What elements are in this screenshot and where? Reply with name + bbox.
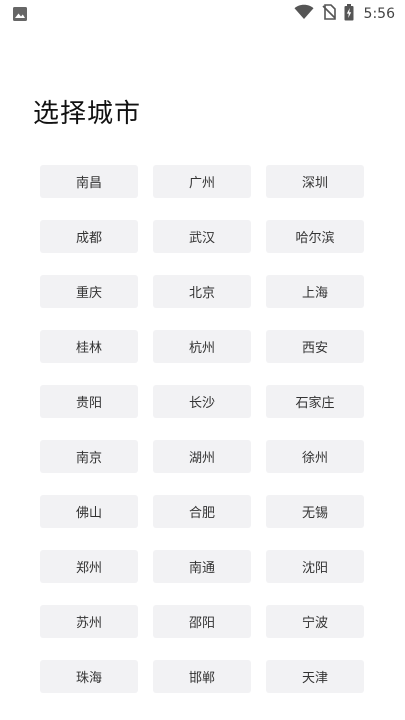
city-button[interactable]: 苏州 [40,605,138,638]
city-button[interactable]: 南昌 [40,165,138,198]
city-button[interactable]: 成都 [40,220,138,253]
city-button[interactable]: 西安 [266,330,364,363]
city-button[interactable]: 北京 [153,275,251,308]
city-button[interactable]: 徐州 [266,440,364,473]
city-grid: 南昌 广州 深圳 成都 武汉 哈尔滨 重庆 北京 上海 桂林 杭州 西安 贵阳 … [40,165,365,693]
no-sim-icon [321,4,336,24]
wifi-icon [294,4,314,24]
status-bar: 5:56 [0,0,405,28]
city-button[interactable]: 南通 [153,550,251,583]
city-button[interactable]: 珠海 [40,660,138,693]
city-button[interactable]: 天津 [266,660,364,693]
city-button[interactable]: 上海 [266,275,364,308]
city-button[interactable]: 无锡 [266,495,364,528]
city-button[interactable]: 桂林 [40,330,138,363]
city-button[interactable]: 杭州 [153,330,251,363]
city-button[interactable]: 邵阳 [153,605,251,638]
city-button[interactable]: 深圳 [266,165,364,198]
page-title: 选择城市 [33,99,142,129]
city-button[interactable]: 哈尔滨 [266,220,364,253]
city-button[interactable]: 南京 [40,440,138,473]
city-button[interactable]: 郑州 [40,550,138,583]
city-button[interactable]: 宁波 [266,605,364,638]
city-button[interactable]: 广州 [153,165,251,198]
status-icons: 5:56 [294,3,395,25]
city-button[interactable]: 合肥 [153,495,251,528]
city-button[interactable]: 武汉 [153,220,251,253]
gallery-icon [12,6,28,22]
battery-icon [344,3,354,25]
city-button[interactable]: 长沙 [153,385,251,418]
city-button[interactable]: 贵阳 [40,385,138,418]
city-button[interactable]: 石家庄 [266,385,364,418]
city-button[interactable]: 佛山 [40,495,138,528]
city-button[interactable]: 湖州 [153,440,251,473]
city-button[interactable]: 重庆 [40,275,138,308]
city-button[interactable]: 沈阳 [266,550,364,583]
city-button[interactable]: 邯郸 [153,660,251,693]
status-time: 5:56 [363,6,395,22]
